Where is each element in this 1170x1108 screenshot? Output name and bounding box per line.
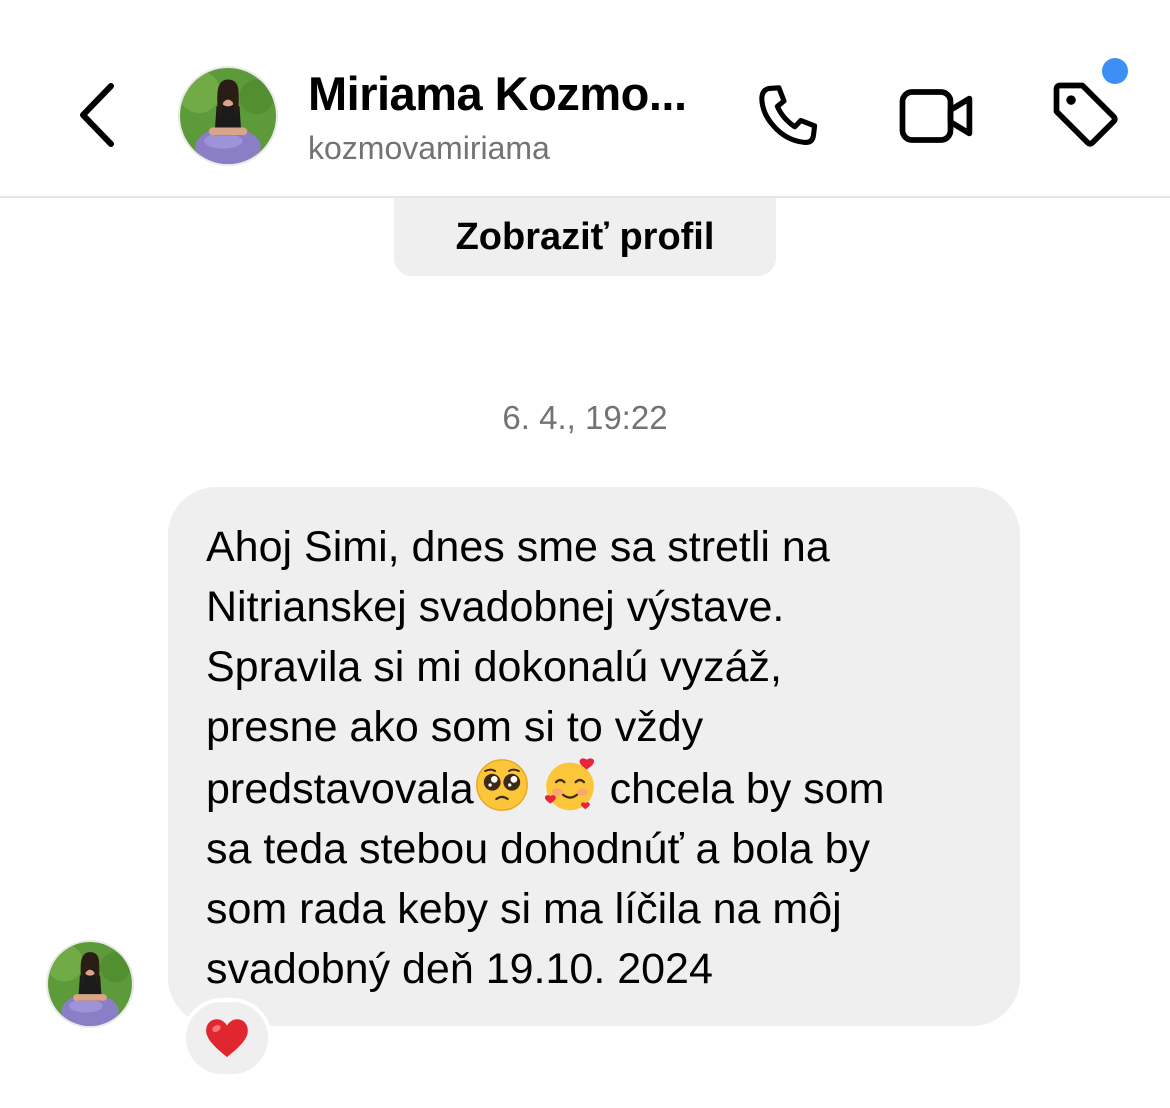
message-timestamp: 6. 4., 19:22 [502,399,668,436]
avatar-photo [180,68,276,164]
contact-username: kozmovamiriama [308,130,550,166]
contact-avatar[interactable] [180,68,276,164]
message-reaction[interactable] [182,998,272,1078]
video-camera-icon [899,89,973,143]
message-bubble[interactable]: Ahoj Simi, dnes sme sa stretli na Nitria… [168,487,1020,1026]
video-call-button[interactable] [892,78,982,154]
sender-avatar[interactable] [48,942,132,1026]
audio-call-button[interactable] [748,78,832,154]
back-button[interactable] [62,78,132,152]
contact-info[interactable]: Miriama Kozmo... kozmovamiriama [308,66,728,168]
smiling-face-with-hearts-emoji [542,757,598,813]
view-profile-button[interactable]: Zobraziť profil [394,198,776,276]
red-heart-emoji [206,1019,248,1058]
message-text: Ahoj Simi, dnes sme sa stretli na Nitria… [206,517,990,999]
label-button[interactable] [1040,74,1130,154]
chat-header: Miriama Kozmo... kozmovamiriama [0,0,1170,198]
notification-dot [1102,58,1128,84]
contact-name: Miriama Kozmo... [308,67,687,120]
chevron-left-icon [80,83,114,147]
tag-icon [1053,82,1118,147]
phone-icon [759,85,818,145]
pleading-face-emoji [474,757,530,813]
avatar-photo [48,942,132,1026]
